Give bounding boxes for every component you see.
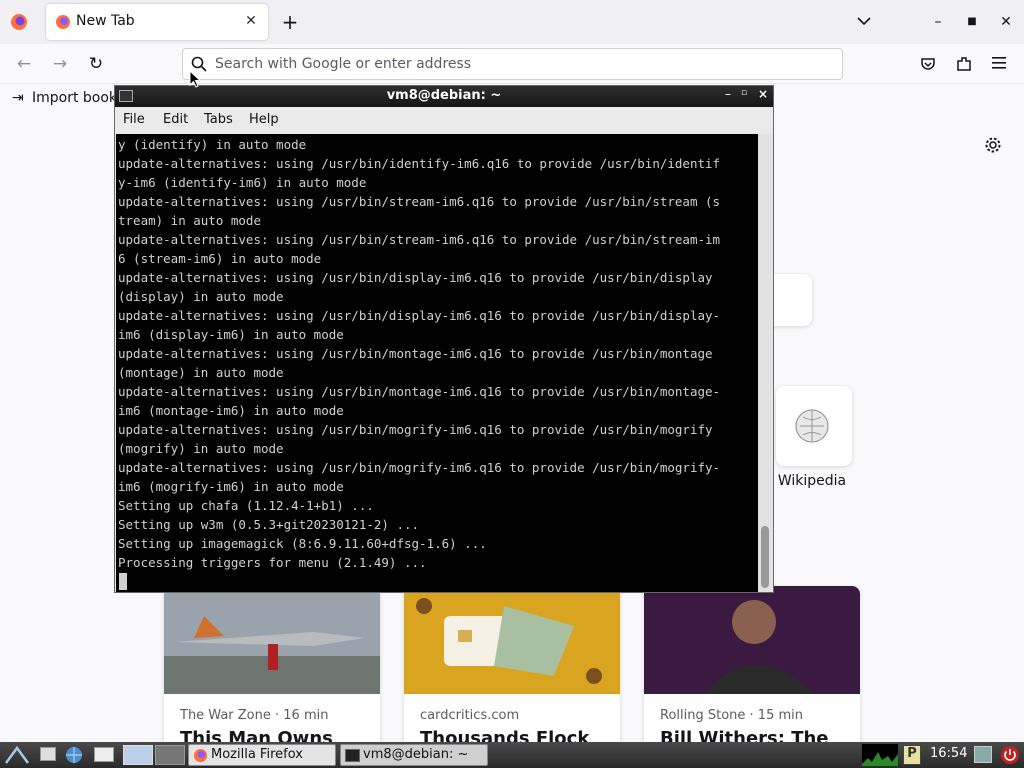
screen-lock-icon[interactable] [974,746,992,763]
desktop-icon[interactable] [40,747,56,761]
terminal-line: update-alternatives: using /usr/bin/mogr… [118,460,721,475]
terminal-line: tream) in auto mode [118,213,261,228]
terminal-line: update-alternatives: using /usr/bin/stre… [118,194,721,209]
terminal-line: Setting up imagemagick (8:6.9.11.60+dfsg… [118,536,487,551]
terminal-line: im6 (display-im6) in auto mode [118,327,344,342]
maximize-icon[interactable]: ■ [962,12,982,32]
taskbar-label: Mozilla Firefox [211,747,303,762]
clipboard-icon[interactable]: P [903,745,921,765]
power-icon[interactable] [1000,745,1020,765]
story-card[interactable]: The War Zone · 16 min This Man Owns [164,586,380,756]
pocket-icon[interactable] [919,55,937,73]
story-source: Rolling Stone · 15 min [660,708,803,723]
menu-edit[interactable]: Edit [163,112,188,127]
scrollbar-thumb[interactable] [761,526,769,588]
terminal-line: Setting up chafa (1.12.4-1+b1) ... [118,498,374,513]
terminal-line: im6 (mogrify-im6) in auto mode [118,479,344,494]
clock[interactable]: 16:54 [930,746,967,761]
chevron-down-icon[interactable] [856,15,872,27]
extensions-icon[interactable] [955,55,973,73]
firefox-icon [193,748,208,763]
terminal-line: update-alternatives: using /usr/bin/mont… [118,346,713,361]
firefox-icon [56,15,70,29]
browser-icon[interactable] [64,745,84,765]
terminal-line: y (identify) in auto mode [118,137,307,152]
terminal-window[interactable]: vm8@debian: ~ – ▫ × File Edit Tabs Help … [114,85,774,593]
wikipedia-icon [795,409,829,443]
story-card[interactable]: cardcritics.com Thousands Flock [404,586,620,756]
story-thumbnail [404,586,620,694]
story-card[interactable]: Rolling Stone · 15 min Bill Withers: The [644,586,860,756]
gear-icon[interactable] [984,136,1002,154]
taskbar-label: vm8@debian: ~ [363,747,469,762]
cpu-monitor-graph [862,744,898,766]
tab-strip: New Tab ✕ + – ■ ✕ [0,0,1024,44]
close-icon[interactable]: ✕ [996,12,1016,32]
menu-help[interactable]: Help [249,112,279,127]
terminal-line: update-alternatives: using /usr/bin/disp… [118,308,721,323]
firefox-icon[interactable] [10,13,28,31]
terminal-line: Processing triggers for menu (2.1.49) ..… [118,555,427,570]
story-source: cardcritics.com [420,708,520,723]
maximize-icon[interactable]: ▫ [741,88,747,98]
menu-icon[interactable] [991,56,1007,70]
story-thumbnail [644,586,860,694]
import-bookmarks-link[interactable]: Import book [32,90,117,106]
shortcut-wikipedia-tile[interactable] [776,386,852,466]
menu-file[interactable]: File [123,112,145,127]
menu-tabs[interactable]: Tabs [204,112,233,127]
tab-title: New Tab [76,13,135,29]
workspace-switcher[interactable] [123,745,153,765]
terminal-icon [345,749,360,762]
terminal-line: (display) in auto mode [118,289,284,304]
terminal-line: im6 (montage-im6) in auto mode [118,403,344,418]
taskbar-item-terminal[interactable]: vm8@debian: ~ [340,744,488,766]
close-icon[interactable]: × [758,87,768,101]
terminal-cursor [119,573,127,590]
story-source: The War Zone · 16 min [180,708,329,723]
plus-icon[interactable]: + [280,12,300,32]
taskbar: Mozilla Firefox vm8@debian: ~ P 16:54 [0,742,1024,768]
terminal-line: update-alternatives: using /usr/bin/iden… [118,156,721,171]
file-manager-icon[interactable] [94,747,114,762]
terminal-lines: y (identify) in auto mode update-alternat… [118,135,758,572]
workspace-switcher[interactable] [155,745,185,765]
terminal-menubar: File Edit Tabs Help [115,108,773,133]
import-icon: ⇥ [12,90,24,106]
story-thumbnail [164,586,380,694]
mouse-pointer-icon [189,70,201,88]
terminal-line: update-alternatives: using /usr/bin/stre… [118,232,721,247]
close-icon[interactable]: ✕ [242,12,260,30]
reload-icon[interactable]: ↻ [84,52,108,76]
terminal-scrollbar[interactable] [758,134,772,592]
terminal-line: y-im6 (identify-im6) in auto mode [118,175,367,190]
minimize-icon[interactable]: – [928,12,948,32]
terminal-line: update-alternatives: using /usr/bin/mont… [118,384,721,399]
terminal-line: (montage) in auto mode [118,365,284,380]
minimize-icon[interactable]: – [725,87,731,101]
navigation-toolbar: ← → ↻ [0,44,1024,84]
forward-icon[interactable]: → [48,52,72,76]
taskbar-item-firefox[interactable]: Mozilla Firefox [188,744,336,766]
terminal-line: (mogrify) in auto mode [118,441,284,456]
terminal-line: update-alternatives: using /usr/bin/disp… [118,270,713,285]
back-icon[interactable]: ← [12,52,36,76]
terminal-titlebar[interactable]: vm8@debian: ~ – ▫ × [115,86,773,107]
terminal-title: vm8@debian: ~ [386,88,502,103]
terminal-line: 6 (stream-im6) in auto mode [118,251,322,266]
address-bar[interactable] [182,48,843,80]
shortcut-wikipedia-label: Wikipedia [777,473,847,489]
start-menu-icon[interactable] [4,745,30,765]
terminal-line: update-alternatives: using /usr/bin/mogr… [118,422,713,437]
terminal-line: Setting up w3m (0.5.3+git20230121-2) ... [118,517,420,532]
tab-new-tab[interactable]: New Tab ✕ [46,4,268,40]
search-input[interactable] [215,53,815,75]
terminal-output[interactable]: y (identify) in auto mode update-alternat… [116,134,758,592]
